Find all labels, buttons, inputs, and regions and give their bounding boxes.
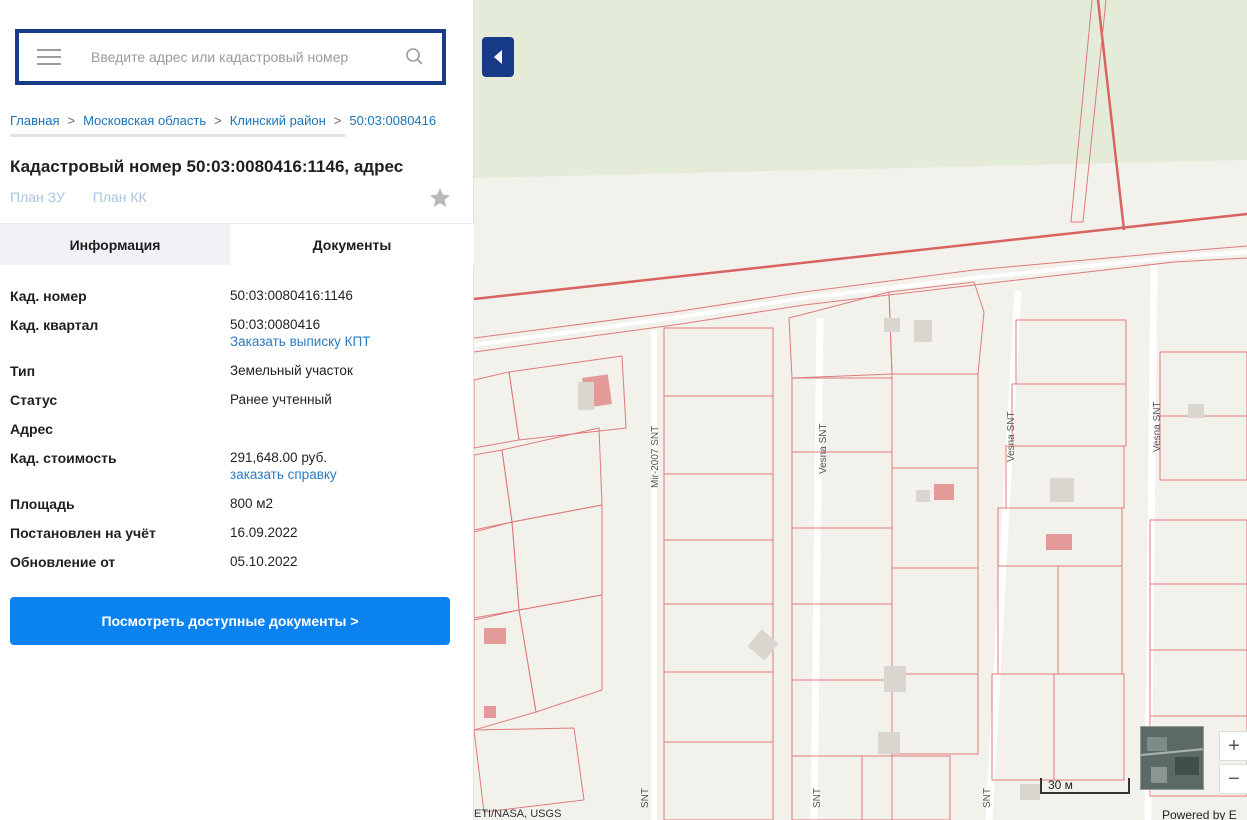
cad-block-value: 50:03:0080416 <box>230 317 321 332</box>
chevron-left-icon <box>494 50 502 64</box>
cad-number-label: Кад. номер <box>10 288 87 304</box>
breadcrumb: Главная > Московская область > Клинский райо… <box>10 113 436 128</box>
tab-bar: Информация Документы <box>0 223 474 265</box>
field-area <box>474 0 1247 178</box>
map-attribution: ETI/NASA, USGS <box>474 808 562 820</box>
tab-documents[interactable]: Документы <box>230 224 474 265</box>
star-icon[interactable] <box>428 186 452 210</box>
satellite-thumbnail-icon <box>1141 727 1203 789</box>
collapse-panel-button[interactable] <box>482 37 514 77</box>
registered-value: 16.09.2022 <box>230 525 298 540</box>
updated-value: 05.10.2022 <box>230 554 298 569</box>
view-documents-button[interactable]: Посмотреть доступные документы > <box>10 597 450 645</box>
satellite-layer-toggle[interactable] <box>1140 726 1204 790</box>
breadcrumb-separator: > <box>214 113 222 128</box>
breadcrumb-separator: > <box>67 113 76 128</box>
type-value: Земельный участок <box>230 363 353 378</box>
status-value: Ранее учтенный <box>230 392 332 407</box>
plan-zu-link[interactable]: План ЗУ <box>10 189 65 205</box>
updated-label: Обновление от <box>10 554 116 570</box>
status-label: Статус <box>10 392 58 408</box>
zoom-in-button[interactable]: + <box>1219 731 1247 761</box>
page-title: Кадастровый номер 50:03:0080416:1146, ад… <box>10 157 404 176</box>
zoom-out-button[interactable]: − <box>1219 764 1247 794</box>
search-input[interactable] <box>91 42 391 72</box>
cadastral-map[interactable]: Mir-2007 SNT Vesna SNT Vesna SNT Vesna S… <box>474 0 1247 820</box>
area-label: Площадь <box>10 496 75 512</box>
cad-block-label: Кад. квартал <box>10 317 99 333</box>
order-certificate-link[interactable]: заказать справку <box>230 467 337 482</box>
buildings <box>484 318 1204 800</box>
type-label: Тип <box>10 363 36 379</box>
street-label-snt-2: SNT <box>812 788 823 808</box>
breadcrumb-district[interactable]: Клинский район <box>230 113 326 128</box>
cad-number-value: 50:03:0080416:1146 <box>230 288 353 303</box>
area-value: 800 м2 <box>230 496 274 511</box>
address-label: Адрес <box>10 421 53 437</box>
order-kpt-link[interactable]: Заказать выписку КПТ <box>230 334 370 349</box>
cost-value: 291,648.00 руб. <box>230 450 328 465</box>
registered-label: Постановлен на учёт <box>10 525 156 541</box>
street-label-vesna-1: Vesna SNT <box>818 423 829 474</box>
plan-kk-link[interactable]: План КК <box>93 189 147 205</box>
map-scale: 30 м <box>1040 778 1130 794</box>
map-canvas[interactable]: Mir-2007 SNT Vesna SNT Vesna SNT Vesna S… <box>474 0 1247 820</box>
info-panel: Главная > Московская область > Клинский райо… <box>0 0 474 820</box>
street-label-snt-3: SNT <box>982 788 993 808</box>
menu-icon[interactable] <box>37 47 63 67</box>
street-label-mir: Mir-2007 SNT <box>650 426 661 488</box>
breadcrumb-home[interactable]: Главная <box>10 113 59 128</box>
search-box <box>15 29 446 85</box>
plan-links: План ЗУ План КК <box>10 189 171 205</box>
street-label-vesna-2: Vesna SNT <box>1006 411 1017 462</box>
breadcrumb-block[interactable]: 50:03:0080416 <box>349 113 436 128</box>
cost-label: Кад. стоимость <box>10 450 117 466</box>
breadcrumb-region[interactable]: Московская область <box>83 113 206 128</box>
tab-information[interactable]: Информация <box>0 224 230 265</box>
search-icon[interactable] <box>405 47 425 67</box>
street-label-snt-1: SNT <box>640 788 651 808</box>
street-label-vesna-3: Vesna SNT <box>1152 401 1163 452</box>
breadcrumb-separator: > <box>333 113 342 128</box>
breadcrumb-scrollbar[interactable] <box>10 134 346 137</box>
powered-by: Powered by E <box>1162 808 1237 820</box>
